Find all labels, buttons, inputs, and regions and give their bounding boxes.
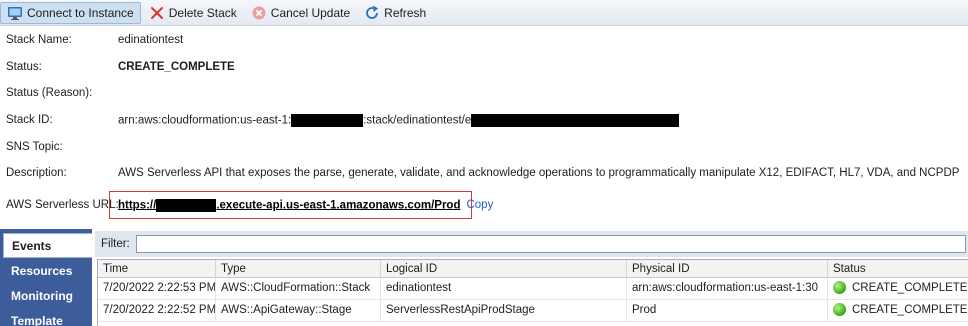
stack-id-prefix: arn:aws:cloudformation:us-east-1: [118, 114, 292, 127]
table-row[interactable]: 7/20/2022 2:22:52 PM AWS::ApiGateway::St… [98, 300, 968, 322]
column-header-physical-id[interactable]: Physical ID [627, 260, 828, 278]
serverless-url-label: AWS Serverless URL: [6, 199, 119, 211]
url-prefix: https:// [118, 199, 157, 212]
stack-name-row: Stack Name: edinationtest [6, 32, 183, 48]
column-header-type[interactable]: Type [216, 260, 381, 278]
stack-id-row: Stack ID: arn:aws:cloudformation:us-east… [6, 112, 680, 128]
cancel-update-button[interactable]: Cancel Update [245, 2, 356, 24]
copy-link[interactable]: Copy [466, 199, 493, 211]
stack-id-label: Stack ID: [6, 114, 53, 126]
tab-resources[interactable]: Resources [3, 258, 92, 283]
cell-logical-id: edinationtest [381, 278, 627, 300]
cell-status: CREATE_COMPLETE [828, 300, 968, 322]
cell-time: 7/20/2022 2:22:53 PM [98, 278, 216, 300]
cell-physical-id: Prod [627, 300, 828, 322]
redacted-api-id [156, 198, 217, 212]
filter-label: Filter: [101, 238, 130, 250]
stack-name-value: edinationtest [118, 34, 184, 46]
delete-x-icon [149, 5, 165, 21]
delete-stack-button[interactable]: Delete Stack [143, 2, 243, 24]
redacted-stack-guid [471, 113, 680, 127]
status-reason-row: Status (Reason): [6, 85, 118, 101]
cell-status-text: CREATE_COMPLETE [852, 304, 968, 316]
delete-label: Delete Stack [168, 5, 237, 20]
refresh-button[interactable]: Refresh [358, 2, 432, 24]
cell-logical-id: ServerlessRestApiProdStage [381, 300, 627, 322]
stack-id-mid: :stack/edinationtest/ [363, 114, 465, 127]
cell-time: 7/20/2022 2:22:52 PM [98, 300, 216, 322]
events-table-header: Time Type Logical ID Physical ID Status [98, 260, 968, 278]
cell-status-text: CREATE_COMPLETE [852, 282, 968, 294]
connect-to-instance-button[interactable]: Connect to Instance [0, 1, 141, 24]
filter-input[interactable] [135, 235, 966, 253]
filter-bar: Filter: [95, 231, 968, 257]
monitor-icon [7, 5, 23, 21]
tab-template[interactable]: Template [3, 308, 92, 326]
connect-label: Connect to Instance [27, 5, 134, 20]
serverless-url-link[interactable]: https:// .execute-api.us-east-1.amazonaws… [118, 198, 461, 212]
description-row: Description: AWS Serverless API that exp… [6, 165, 959, 181]
tab-monitoring[interactable]: Monitoring [3, 283, 92, 308]
serverless-url-row: AWS Serverless URL: https:// .execute-api… [6, 197, 493, 213]
bottom-sidebar: Events Resources Monitoring Template [0, 229, 92, 326]
description-value: AWS Serverless API that exposes the pars… [118, 167, 960, 179]
tab-events[interactable]: Events [3, 233, 92, 258]
status-reason-label: Status (Reason): [6, 87, 93, 99]
cancel-label: Cancel Update [270, 5, 351, 20]
status-label: Status: [6, 61, 42, 73]
url-suffix: .execute-api.us-east-1.amazonaws.com/Pro… [216, 199, 461, 212]
cell-type: AWS::ApiGateway::Stage [216, 300, 381, 322]
column-header-status[interactable]: Status [828, 260, 968, 278]
description-label: Description: [6, 167, 67, 179]
cancel-icon [251, 5, 267, 21]
status-ok-icon [833, 303, 846, 317]
sns-topic-row: SNS Topic: [6, 139, 118, 155]
events-table: Time Type Logical ID Physical ID Status … [97, 259, 968, 326]
cell-type: AWS::CloudFormation::Stack [216, 278, 381, 300]
stack-id-value: arn:aws:cloudformation:us-east-1: :stack/… [118, 113, 680, 127]
refresh-icon [364, 5, 380, 21]
column-header-logical-id[interactable]: Logical ID [381, 260, 627, 278]
stack-name-label: Stack Name: [6, 34, 72, 46]
status-ok-icon [833, 281, 846, 295]
refresh-label: Refresh [384, 5, 427, 20]
toolbar: Connect to Instance Delete Stack Cancel … [0, 0, 968, 26]
cell-physical-id: arn:aws:cloudformation:us-east-1:30 [627, 278, 828, 300]
status-row: Status: CREATE_COMPLETE [6, 59, 235, 75]
column-header-time[interactable]: Time [98, 260, 216, 278]
table-row[interactable]: 7/20/2022 2:22:53 PM AWS::CloudFormation… [98, 278, 968, 300]
status-value: CREATE_COMPLETE [118, 61, 235, 73]
cell-status: CREATE_COMPLETE [828, 278, 968, 300]
redacted-account-id [291, 113, 364, 127]
sns-topic-label: SNS Topic: [6, 141, 63, 153]
